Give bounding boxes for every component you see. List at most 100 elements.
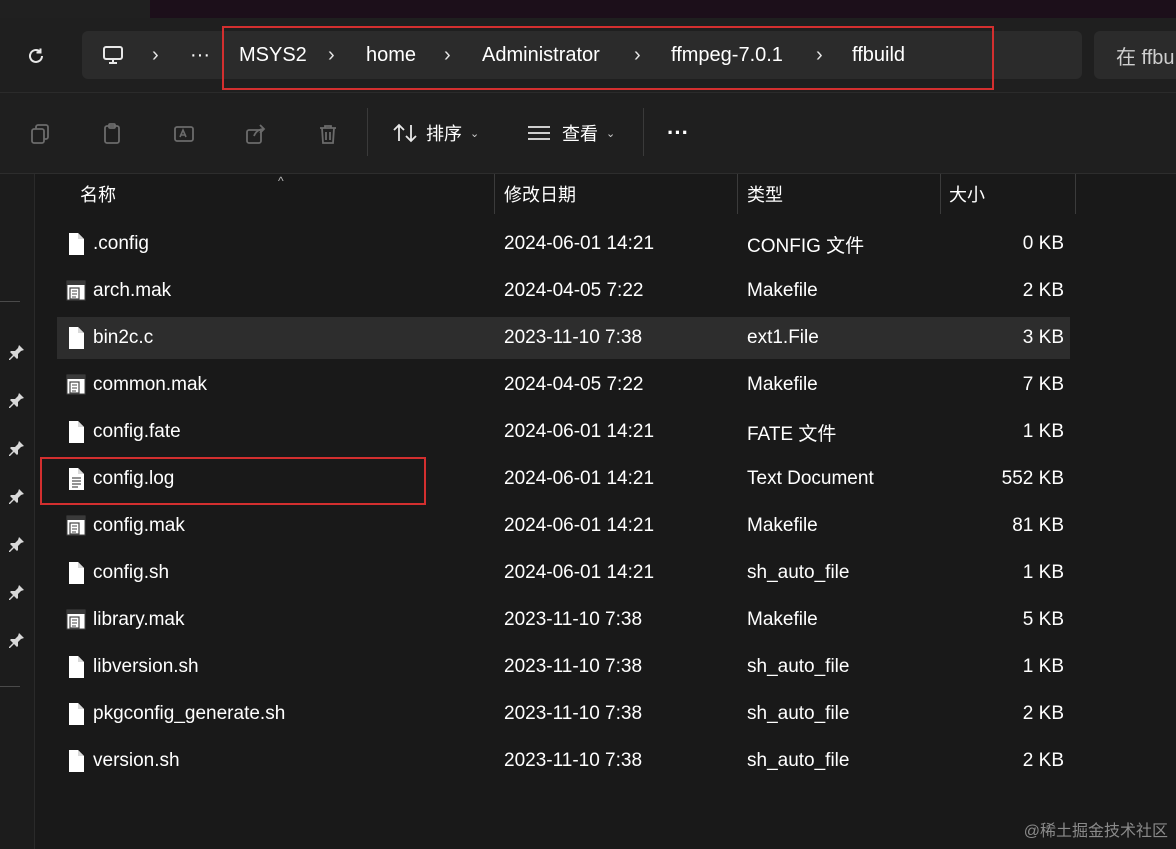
sort-button[interactable]: 排序 ⌄ <box>392 113 479 153</box>
file-name: .config <box>93 233 149 254</box>
chevron-right-icon[interactable]: › <box>634 31 641 79</box>
view-list-icon <box>528 126 550 140</box>
chevron-right-icon[interactable]: › <box>816 31 823 79</box>
file-date: 2024-06-01 14:21 <box>504 468 655 489</box>
pin-icon[interactable] <box>8 631 26 649</box>
pin-icon[interactable] <box>8 487 26 505</box>
table-row[interactable]: config.fate 2024-06-01 14:21 FATE 文件 1 KB <box>57 411 1070 453</box>
file-date: 2024-06-01 14:21 <box>504 562 655 583</box>
file-size: 5 KB <box>1022 609 1064 630</box>
chevron-right-icon[interactable]: › <box>444 31 451 79</box>
table-row[interactable]: bin2c.c 2023-11-10 7:38 ext1.File 3 KB <box>57 317 1070 359</box>
table-row[interactable]: config.mak 2024-06-01 14:21 Makefile 81 KB <box>57 505 1070 547</box>
column-header-type[interactable]: 类型 <box>747 174 783 214</box>
chevron-right-icon[interactable]: › <box>152 31 159 79</box>
delete-button[interactable] <box>311 117 345 151</box>
copy-button[interactable] <box>23 117 57 151</box>
share-button[interactable] <box>239 117 273 151</box>
file-size: 1 KB <box>1022 656 1064 677</box>
breadcrumb-item-ffbuild[interactable]: ffbuild <box>852 31 905 79</box>
file-name: pkgconfig_generate.sh <box>93 703 286 724</box>
toolbar-divider <box>367 108 368 156</box>
table-row[interactable]: pkgconfig_generate.sh 2023-11-10 7:38 sh_a… <box>57 693 1070 735</box>
search-input[interactable]: 在 ffbu <box>1094 31 1176 79</box>
more-options-button[interactable]: ··· <box>667 113 689 153</box>
makefile-icon <box>65 373 87 397</box>
file-size: 81 KB <box>1012 515 1064 536</box>
file-type: CONFIG 文件 <box>747 235 865 257</box>
file-type: Makefile <box>747 609 818 630</box>
breadcrumb-item-administrator[interactable]: Administrator <box>482 31 600 79</box>
file-name: bin2c.c <box>93 327 154 348</box>
file-size: 0 KB <box>1022 233 1064 254</box>
file-type: sh_auto_file <box>747 562 850 583</box>
rename-icon <box>174 126 194 142</box>
column-header-date[interactable]: 修改日期 <box>504 174 576 214</box>
column-divider[interactable] <box>940 174 941 214</box>
refresh-button[interactable] <box>20 42 52 70</box>
file-size: 7 KB <box>1022 374 1064 395</box>
pin-icon[interactable] <box>8 583 26 601</box>
pin-icon[interactable] <box>8 535 26 553</box>
file-date: 2024-04-05 7:22 <box>504 374 644 395</box>
makefile-icon <box>65 514 87 538</box>
column-divider[interactable] <box>494 174 495 214</box>
chevron-down-icon: ⌄ <box>470 127 480 140</box>
column-header-name[interactable]: 名称 <box>80 174 116 214</box>
view-button[interactable]: 查看 ⌄ <box>526 113 615 153</box>
computer-icon[interactable] <box>102 31 124 79</box>
file-size: 1 KB <box>1022 421 1064 442</box>
table-row[interactable]: common.mak 2024-04-05 7:22 Makefile 7 KB <box>57 364 1070 406</box>
file-date: 2023-11-10 7:38 <box>504 327 643 348</box>
file-icon <box>65 655 87 679</box>
file-size: 2 KB <box>1022 703 1064 724</box>
file-date: 2024-06-01 14:21 <box>504 233 655 254</box>
sort-label: 排序 <box>426 124 462 144</box>
file-type: Text Document <box>747 468 874 489</box>
file-list: 名称 ^ 修改日期 类型 大小 .config 2024-06-01 14:21 C… <box>35 174 1176 849</box>
breadcrumb-item-msys2[interactable]: MSYS2 <box>239 31 307 79</box>
pin-icon[interactable] <box>8 439 26 457</box>
address-bar[interactable]: › ··· MSYS2 › home › Administrator › ffm… <box>82 31 1082 79</box>
file-date: 2023-11-10 7:38 <box>504 609 643 630</box>
breadcrumb-more[interactable]: ··· <box>190 31 210 79</box>
table-row[interactable]: .config 2024-06-01 14:21 CONFIG 文件 0 KB <box>57 223 1070 265</box>
file-icon <box>65 420 87 444</box>
column-header-size[interactable]: 大小 <box>949 174 985 214</box>
file-icon <box>65 326 87 350</box>
table-row[interactable]: libversion.sh 2023-11-10 7:38 sh_auto_file… <box>57 646 1070 688</box>
table-row[interactable]: version.sh 2023-11-10 7:38 sh_auto_file 2 K… <box>57 740 1070 782</box>
pin-icon[interactable] <box>8 343 26 361</box>
file-type: FATE 文件 <box>747 423 837 445</box>
file-icon <box>65 702 87 726</box>
table-row[interactable]: config.sh 2024-06-01 14:21 sh_auto_file 1 K… <box>57 552 1070 594</box>
column-divider[interactable] <box>737 174 738 214</box>
address-bar-area: › ··· MSYS2 › home › Administrator › ffm… <box>0 18 1176 93</box>
column-divider[interactable] <box>1075 174 1076 214</box>
breadcrumb-item-home[interactable]: home <box>366 31 416 79</box>
paste-icon <box>104 123 120 144</box>
file-name: common.mak <box>93 374 208 395</box>
chevron-right-icon[interactable]: › <box>328 31 335 79</box>
text-document-icon <box>65 467 87 491</box>
rename-button[interactable] <box>167 117 201 151</box>
file-date: 2024-06-01 14:21 <box>504 515 655 536</box>
file-size: 1 KB <box>1022 562 1064 583</box>
copy-icon <box>31 124 49 144</box>
file-name: version.sh <box>93 750 180 771</box>
file-type: sh_auto_file <box>747 656 850 677</box>
file-name: config.log <box>93 468 175 489</box>
table-row[interactable]: config.log 2024-06-01 14:21 Text Document 5… <box>57 458 1070 500</box>
tab-strip <box>150 0 1176 18</box>
file-name: arch.mak <box>93 280 172 301</box>
paste-button[interactable] <box>95 117 129 151</box>
table-row[interactable]: library.mak 2023-11-10 7:38 Makefile 5 KB <box>57 599 1070 641</box>
table-row[interactable]: arch.mak 2024-04-05 7:22 Makefile 2 KB <box>57 270 1070 312</box>
makefile-icon <box>65 279 87 303</box>
file-name: library.mak <box>93 609 185 630</box>
chevron-down-icon: ⌄ <box>606 127 616 140</box>
breadcrumb-item-ffmpeg[interactable]: ffmpeg-7.0.1 <box>671 31 783 79</box>
pin-icon[interactable] <box>8 391 26 409</box>
sort-ascending-icon: ^ <box>278 174 284 188</box>
view-label: 查看 <box>562 124 598 144</box>
